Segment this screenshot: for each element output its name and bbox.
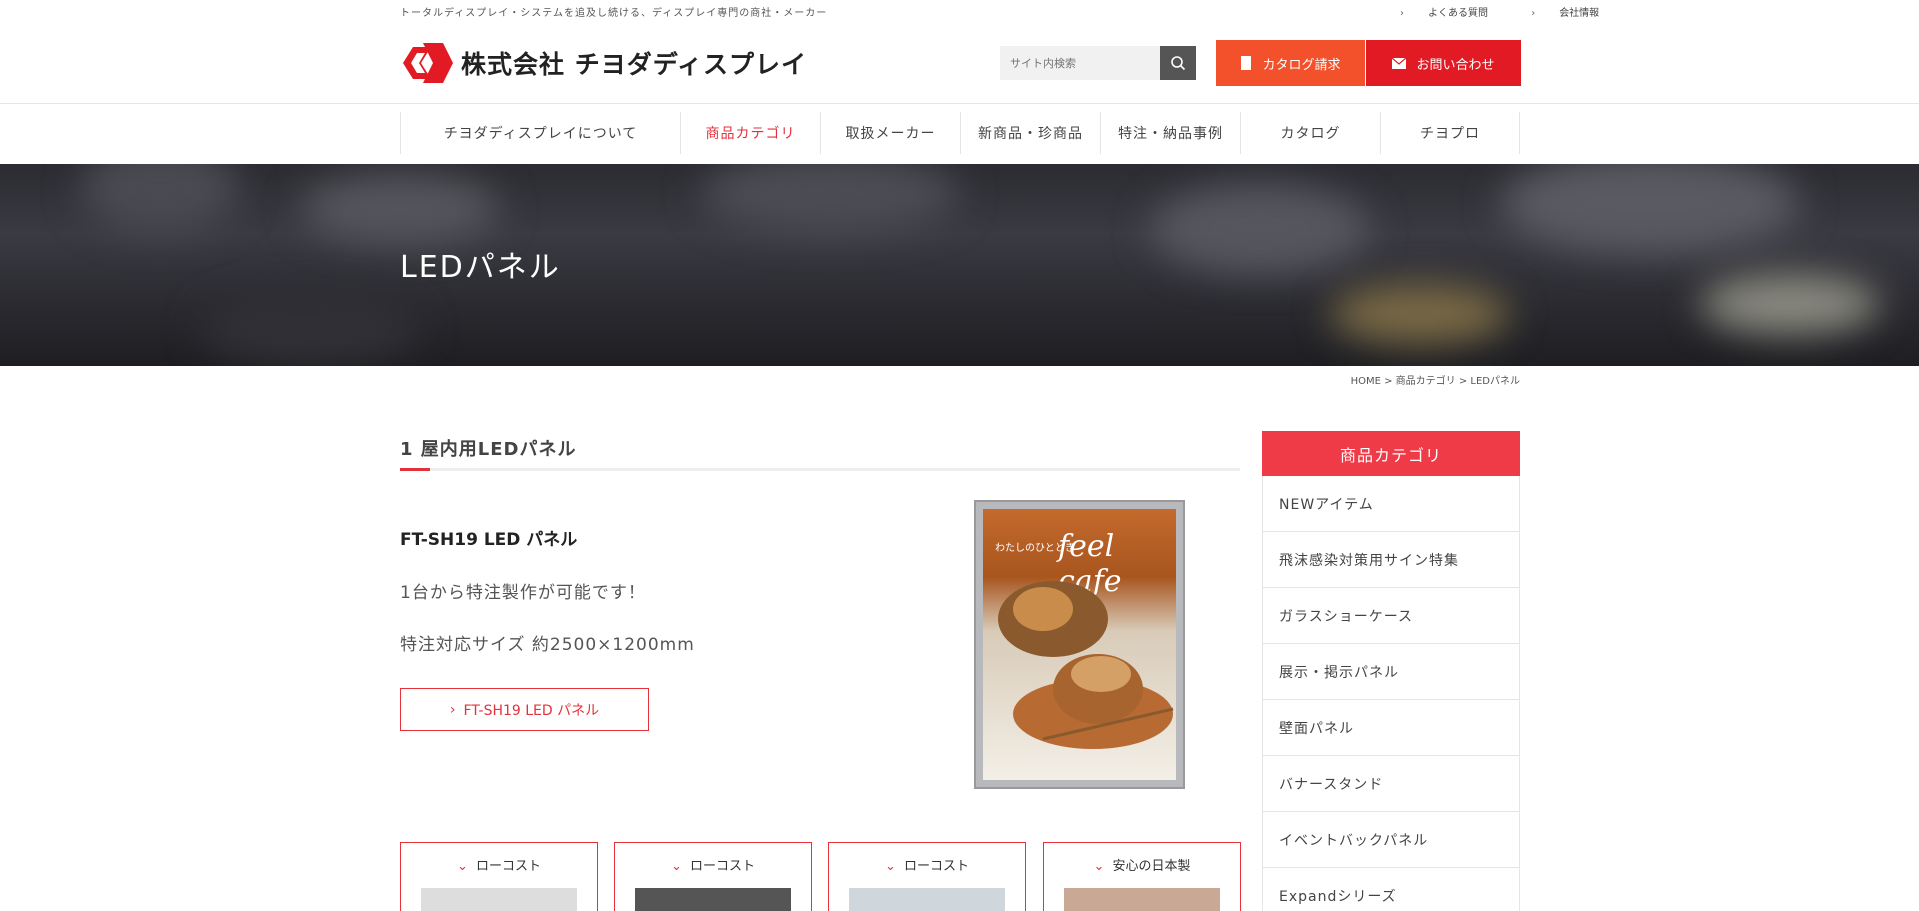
book-icon bbox=[1241, 56, 1252, 70]
nav-item-about[interactable]: チヨダディスプレイについて bbox=[400, 112, 680, 154]
feature-card-image bbox=[849, 888, 1005, 911]
feature-card-text: ローコスト bbox=[689, 859, 755, 874]
feature-card[interactable]: ⌄ 安心の日本製 bbox=[1043, 842, 1241, 911]
faq-link-label: よくある質問 bbox=[1428, 8, 1488, 19]
page-title: LEDパネル bbox=[400, 250, 561, 285]
sidebar-item-splash-guard[interactable]: 飛沫感染対策用サイン特集 bbox=[1262, 532, 1520, 588]
top-strip: トータルディスプレイ・システムを追及し続ける、ディスプレイ専門の商社・メーカー … bbox=[0, 0, 1919, 22]
sidebar-item-new[interactable]: NEWアイテム bbox=[1262, 476, 1520, 532]
mail-icon bbox=[1392, 57, 1407, 69]
nav-item-catalog[interactable]: カタログ bbox=[1240, 112, 1380, 154]
search-box bbox=[1000, 46, 1196, 80]
sidebar-item-display-panel[interactable]: 展示・掲示パネル bbox=[1262, 644, 1520, 700]
feature-card-label: ⌄ ローコスト bbox=[401, 855, 597, 874]
sidebar-item-banner-stand[interactable]: バナースタンド bbox=[1262, 756, 1520, 812]
catalog-request-label: カタログ請求 bbox=[1262, 57, 1341, 73]
feature-card-label: ⌄ 安心の日本製 bbox=[1044, 855, 1240, 874]
led-panel-poster: わたしのひととき feel cafe bbox=[983, 509, 1176, 780]
chevron-right-icon: › bbox=[1531, 8, 1536, 19]
breadcrumb: HOME > 商品カテゴリ > LEDパネル bbox=[1350, 376, 1520, 387]
section-title: 1 屋内用LEDパネル bbox=[400, 439, 577, 460]
section-divider-accent bbox=[400, 468, 430, 471]
nav-item-new-products[interactable]: 新商品・珍商品 bbox=[960, 112, 1100, 154]
hero-bokeh bbox=[1500, 164, 1800, 254]
search-icon bbox=[1171, 56, 1186, 71]
sidebar-item-glass-showcase[interactable]: ガラスショーケース bbox=[1262, 588, 1520, 644]
feature-card-text: ローコスト bbox=[475, 859, 541, 874]
logo-mark-icon bbox=[403, 43, 453, 83]
feature-card-label: ⌄ ローコスト bbox=[615, 855, 811, 874]
nav-item-categories[interactable]: 商品カテゴリ bbox=[680, 112, 820, 154]
sidebar-item-wall-panel[interactable]: 壁面パネル bbox=[1262, 700, 1520, 756]
muffin-illustration bbox=[998, 581, 1174, 749]
product-detail-button[interactable]: › FT-SH19 LED パネル bbox=[400, 688, 649, 731]
tagline: トータルディスプレイ・システムを追及し続ける、ディスプレイ専門の商社・メーカー bbox=[400, 8, 828, 19]
sidebar-item-expand-series[interactable]: Expandシリーズ bbox=[1262, 868, 1520, 911]
feature-card[interactable]: ⌄ ローコスト bbox=[400, 842, 598, 911]
main-nav: チヨダディスプレイについて 商品カテゴリ 取扱メーカー 新商品・珍商品 特注・納… bbox=[400, 112, 1520, 154]
faq-link[interactable]: › よくある質問 bbox=[1380, 8, 1488, 19]
feature-card-image bbox=[421, 888, 577, 911]
feature-card[interactable]: ⌄ ローコスト bbox=[828, 842, 1026, 911]
site-header: 株式会社 チヨダディスプレイ カタログ請求 お問い合わせ bbox=[0, 22, 1919, 104]
hero-bokeh bbox=[700, 164, 960, 234]
chevron-down-icon: ⌄ bbox=[1093, 859, 1105, 874]
product-detail-label: FT-SH19 LED パネル bbox=[463, 702, 600, 719]
sidebar-item-event-backpanel[interactable]: イベントバックパネル bbox=[1262, 812, 1520, 868]
contact-button[interactable]: お問い合わせ bbox=[1366, 40, 1521, 86]
logo-text: 株式会社 チヨダディスプレイ bbox=[461, 50, 807, 79]
hero-bokeh bbox=[80, 164, 240, 234]
product-image[interactable]: わたしのひととき feel cafe bbox=[974, 500, 1185, 789]
search-input[interactable] bbox=[1000, 46, 1160, 80]
hero-banner: LEDパネル bbox=[0, 164, 1919, 366]
hero-bokeh bbox=[300, 174, 500, 244]
search-button[interactable] bbox=[1160, 46, 1196, 80]
feature-card-image bbox=[635, 888, 791, 911]
contact-label: お問い合わせ bbox=[1416, 57, 1495, 73]
hero-bokeh bbox=[1700, 274, 1880, 334]
hero-bokeh bbox=[200, 294, 420, 364]
top-links: › よくある質問 › 会社情報 bbox=[1360, 4, 1599, 19]
category-sidebar: 商品カテゴリ NEWアイテム 飛沫感染対策用サイン特集 ガラスショーケース 展示… bbox=[1262, 431, 1520, 911]
feature-card-label: ⌄ ローコスト bbox=[829, 855, 1025, 874]
catalog-request-button[interactable]: カタログ請求 bbox=[1216, 40, 1365, 86]
section-divider bbox=[400, 468, 1240, 471]
chevron-right-icon: › bbox=[1400, 8, 1404, 19]
chevron-right-icon: › bbox=[449, 701, 456, 718]
hero-bokeh bbox=[1150, 184, 1370, 274]
product-desc: 1台から特注製作が可能です！ bbox=[400, 583, 646, 603]
product-name: FT-SH19 LED パネル bbox=[400, 530, 578, 550]
hero-bokeh bbox=[1330, 284, 1510, 344]
feature-card[interactable]: ⌄ ローコスト bbox=[614, 842, 812, 911]
logo[interactable]: 株式会社 チヨダディスプレイ bbox=[403, 43, 807, 83]
sidebar-title: 商品カテゴリ bbox=[1262, 431, 1520, 476]
product-size: 特注対応サイズ 約2500×1200mm bbox=[400, 635, 695, 655]
nav-item-chiyopro[interactable]: チヨプロ bbox=[1380, 112, 1520, 154]
feature-card-text: ローコスト bbox=[903, 859, 969, 874]
chevron-down-icon: ⌄ bbox=[671, 859, 682, 874]
nav-item-cases[interactable]: 特注・納品事例 bbox=[1100, 112, 1240, 154]
feature-card-text: 安心の日本製 bbox=[1112, 859, 1191, 874]
chevron-down-icon: ⌄ bbox=[885, 859, 896, 874]
nav-item-makers[interactable]: 取扱メーカー bbox=[820, 112, 960, 154]
company-link[interactable]: › 会社情報 bbox=[1511, 8, 1599, 19]
chevron-down-icon: ⌄ bbox=[457, 859, 468, 874]
company-link-label: 会社情報 bbox=[1559, 8, 1600, 19]
feature-card-image bbox=[1064, 888, 1220, 911]
